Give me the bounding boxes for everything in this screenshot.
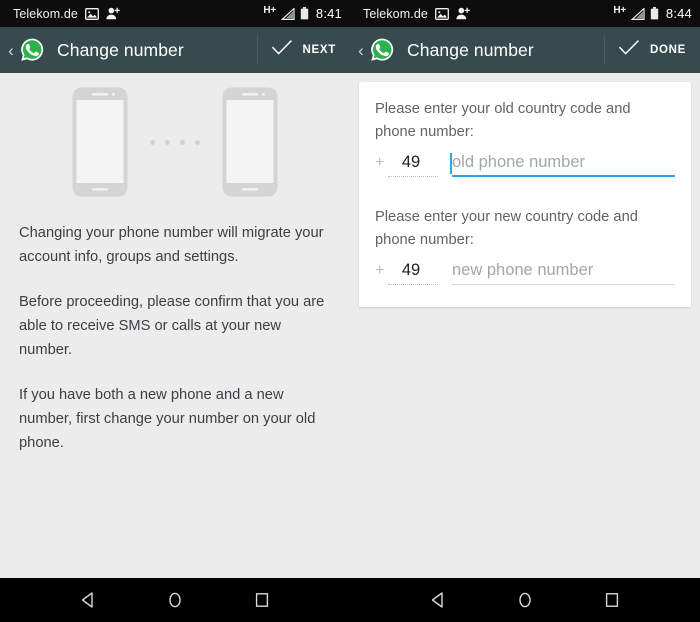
info-text-block: Changing your phone number will migrate … xyxy=(0,221,350,455)
two-phones-transfer-illustration xyxy=(0,73,350,221)
clock-label: 8:41 xyxy=(315,6,342,21)
status-right-icons: H+ 8:41 xyxy=(263,5,342,21)
add-contact-icon xyxy=(106,7,120,20)
left-phone-screen: Telekom.de H+ 8:41 ‹ Change number NEXT … xyxy=(0,0,350,578)
right-phone-screen: Telekom.de H+ 8:44 ‹ Change number DONE … xyxy=(350,0,700,578)
new-phone-number-input[interactable]: new phone number xyxy=(452,261,675,285)
transfer-dots xyxy=(150,139,200,145)
old-number-field-group: Please enter your old country code and p… xyxy=(375,98,675,177)
old-phone-illustration-icon xyxy=(72,87,128,197)
new-phone-illustration-icon xyxy=(222,87,278,197)
battery-icon xyxy=(650,7,659,20)
info-paragraph: Before proceeding, please confirm that y… xyxy=(19,294,325,358)
change-number-form-card: Please enter your old country code and p… xyxy=(359,82,691,307)
recents-nav-icon[interactable] xyxy=(245,583,279,617)
nav-group-right xyxy=(350,578,700,622)
action-bar: ‹ Change number NEXT xyxy=(0,27,350,73)
action-bar: ‹ Change number DONE xyxy=(350,27,700,73)
text-caret xyxy=(450,153,452,174)
status-left-icons xyxy=(434,7,470,20)
new-country-code-value: 49 xyxy=(401,261,421,279)
home-nav-icon[interactable] xyxy=(508,583,542,617)
next-button[interactable]: NEXT xyxy=(258,27,350,73)
status-left-icons xyxy=(84,7,120,20)
page-title: Change number xyxy=(407,39,534,60)
change-number-form-wrapper: Please enter your old country code and p… xyxy=(350,73,700,307)
dot xyxy=(180,139,185,145)
screenshot-icon xyxy=(434,7,449,20)
signal-bars-icon xyxy=(630,7,645,20)
new-number-row: + 49 new phone number xyxy=(375,261,675,285)
dot xyxy=(195,139,200,145)
new-number-field-group: Please enter your new country code and p… xyxy=(375,206,675,285)
old-phone-number-placeholder: old phone number xyxy=(452,153,586,171)
network-type-label: H+ xyxy=(263,5,276,16)
dot xyxy=(165,139,170,145)
back-arrow-icon[interactable]: ‹ xyxy=(354,42,368,59)
home-nav-icon[interactable] xyxy=(158,583,192,617)
add-contact-icon xyxy=(456,7,470,20)
old-number-label: Please enter your old country code and p… xyxy=(375,101,631,140)
network-type-label: H+ xyxy=(613,5,626,16)
whatsapp-logo-icon[interactable] xyxy=(19,37,45,63)
carrier-label: Telekom.de xyxy=(363,6,428,21)
screenshot-root: Telekom.de H+ 8:41 ‹ Change number NEXT … xyxy=(0,0,700,622)
checkmark-icon xyxy=(271,39,293,61)
plus-sign-old: + xyxy=(375,154,385,171)
back-nav-icon[interactable] xyxy=(421,583,455,617)
android-navigation-bar xyxy=(0,578,700,622)
plus-sign-new: + xyxy=(375,262,385,279)
done-button-label: DONE xyxy=(649,44,686,56)
next-button-label: NEXT xyxy=(302,44,336,56)
new-phone-number-placeholder: new phone number xyxy=(452,261,594,279)
old-number-row: + 49 old phone number xyxy=(375,153,675,177)
info-paragraph: If you have both a new phone and a new n… xyxy=(19,387,316,451)
signal-bars-icon xyxy=(280,7,295,20)
info-paragraph: Changing your phone number will migrate … xyxy=(19,225,324,265)
carrier-label: Telekom.de xyxy=(13,6,78,21)
old-country-code-value: 49 xyxy=(401,153,421,171)
screenshot-icon xyxy=(84,7,99,20)
back-arrow-icon[interactable]: ‹ xyxy=(4,42,18,59)
checkmark-icon xyxy=(618,39,640,61)
page-title: Change number xyxy=(57,39,184,60)
dot xyxy=(150,139,155,145)
new-number-label: Please enter your new country code and p… xyxy=(375,209,638,248)
done-button[interactable]: DONE xyxy=(605,27,700,73)
new-country-code-input[interactable]: 49 xyxy=(388,261,438,285)
battery-icon xyxy=(300,7,309,20)
nav-group-left xyxy=(0,578,350,622)
status-right-icons: H+ 8:44 xyxy=(613,5,692,21)
old-country-code-input[interactable]: 49 xyxy=(388,153,438,177)
old-phone-number-input[interactable]: old phone number xyxy=(450,153,675,177)
status-bar: Telekom.de H+ 8:44 xyxy=(350,0,700,27)
recents-nav-icon[interactable] xyxy=(595,583,629,617)
clock-label: 8:44 xyxy=(665,6,692,21)
whatsapp-logo-icon[interactable] xyxy=(369,37,395,63)
back-nav-icon[interactable] xyxy=(71,583,105,617)
status-bar: Telekom.de H+ 8:41 xyxy=(0,0,350,27)
